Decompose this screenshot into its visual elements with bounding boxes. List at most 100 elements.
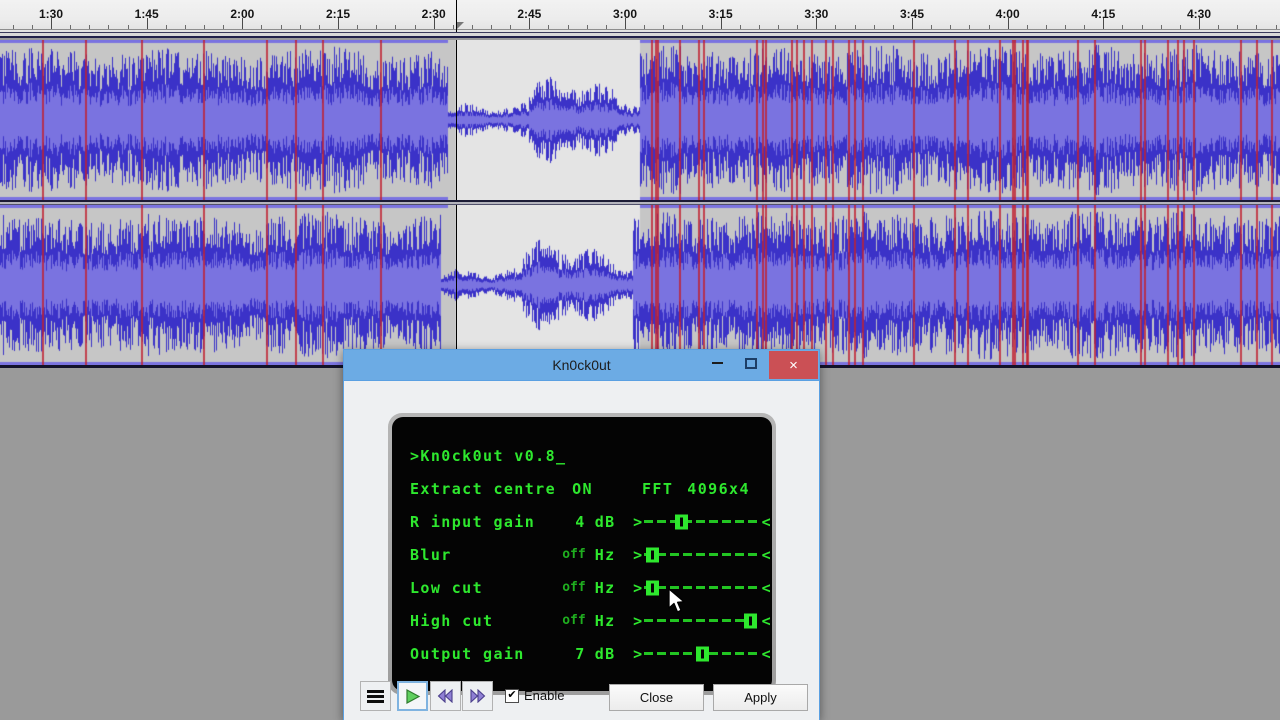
ruler-minor-tick: [280, 25, 282, 29]
ruler-minor-tick: [1256, 25, 1258, 29]
param-value[interactable]: off: [552, 613, 595, 628]
ruler-minor-tick: [223, 25, 225, 29]
param-value[interactable]: 7: [552, 645, 595, 663]
ruler-time-label: 1:45: [134, 7, 159, 21]
param-slider[interactable]: > <: [633, 513, 772, 531]
lcd-param-row[interactable]: Blur off Hz > <: [410, 538, 772, 571]
ruler-minor-tick: [318, 25, 320, 29]
slider-handle[interactable]: [696, 646, 710, 661]
maximize-button[interactable]: [736, 350, 766, 376]
slider-dash: [682, 619, 692, 622]
slider-track[interactable]: [643, 514, 762, 529]
slider-track[interactable]: [643, 646, 762, 661]
ruler-minor-tick: [165, 25, 167, 29]
lcd-mode-row[interactable]: Extract centre ON FFT 4096x4: [410, 472, 772, 505]
audio-track-right[interactable]: [0, 205, 1280, 365]
slider-dash: [682, 553, 692, 556]
lcd-display[interactable]: >Kn0ck0ut v0.8_ Extract centre ON FFT 40…: [392, 417, 772, 691]
waveform-left[interactable]: [0, 40, 1280, 200]
audio-track-left[interactable]: [0, 40, 1280, 200]
rewind-glyph: [437, 689, 453, 703]
lcd-bezel: >Kn0ck0ut v0.8_ Extract centre ON FFT 40…: [388, 413, 776, 695]
edit-cursor-right: [456, 205, 457, 365]
slider-track[interactable]: [643, 580, 762, 595]
close-button[interactable]: Close: [609, 684, 704, 711]
slider-track[interactable]: [643, 547, 762, 562]
slider-right-cap: <: [761, 611, 772, 630]
ruler-minor-tick: [682, 25, 684, 29]
hamburger-glyph: [367, 689, 384, 703]
slider-left-cap: >: [633, 611, 644, 630]
dialog-toolbar: ✔ Enable Close Apply: [344, 675, 819, 720]
param-slider[interactable]: > <: [633, 645, 772, 663]
slider-dash: [734, 553, 744, 556]
knockout-plugin-dialog[interactable]: Kn0ck0ut × >Kn0ck0ut v0.8_ Extract centr…: [343, 349, 820, 720]
timeline-ruler[interactable]: 1:30 1:45 2:00 2:15 2:30 2:45 3:00 3:15 3:30 3:45…: [0, 0, 1280, 33]
param-slider[interactable]: > <: [633, 612, 772, 630]
ruler-minor-tick: [548, 25, 550, 29]
lcd-param-row[interactable]: Low cut off Hz > <: [410, 571, 772, 604]
slider-dash: [643, 652, 653, 655]
minimize-icon: [711, 362, 723, 364]
slider-dash: [695, 586, 705, 589]
param-value[interactable]: off: [552, 547, 595, 562]
minimize-button[interactable]: [702, 350, 732, 376]
slider-dash: [721, 553, 731, 556]
ruler-minor-tick: [1237, 25, 1239, 29]
slider-dash: [695, 619, 705, 622]
ruler-time-label: 3:45: [899, 7, 925, 21]
ruler-time-label: 4:30: [1186, 7, 1212, 21]
edit-cursor-left: [456, 40, 457, 200]
ruler-time-label: 1:30: [38, 7, 64, 21]
slider-handle[interactable]: [675, 514, 689, 529]
slider-dash: [734, 586, 744, 589]
play-glyph: [405, 688, 420, 704]
fft-label: FFT: [642, 479, 674, 498]
ruler-minor-tick: [1160, 25, 1162, 29]
ruler-minor-tick: [70, 25, 72, 29]
ruler-minor-tick: [108, 25, 110, 29]
enable-checkbox[interactable]: ✔: [505, 688, 519, 703]
skip-backward-icon[interactable]: [430, 681, 461, 711]
playhead-marker[interactable]: [457, 22, 464, 29]
ruler-minor-tick: [567, 25, 569, 29]
ruler-time-label: 2:00: [230, 7, 255, 21]
skip-forward-icon[interactable]: [462, 681, 493, 711]
play-icon[interactable]: [397, 681, 428, 711]
param-slider[interactable]: > <: [633, 546, 772, 564]
slider-handle[interactable]: [645, 580, 659, 595]
ruler-minor-tick: [835, 25, 837, 29]
hamburger-menu-icon[interactable]: [360, 681, 391, 711]
apply-button[interactable]: Apply: [713, 684, 808, 711]
param-unit: Hz: [594, 578, 616, 597]
slider-dash: [695, 520, 705, 523]
lcd-param-row[interactable]: R input gain 4 dB > <: [410, 505, 772, 538]
param-value[interactable]: off: [552, 580, 595, 595]
waveform-right[interactable]: [0, 205, 1280, 365]
slider-left-cap: >: [633, 545, 644, 564]
ruler-minor-tick: [1122, 25, 1124, 29]
track-panel[interactable]: [0, 40, 1280, 370]
forward-glyph: [470, 689, 486, 703]
slider-left-cap: >: [633, 512, 644, 531]
close-window-button[interactable]: ×: [769, 351, 818, 379]
enable-checkbox-group[interactable]: ✔ Enable: [505, 688, 564, 703]
ruler-minor-tick: [1141, 25, 1143, 29]
slider-dash: [747, 553, 757, 556]
lcd-param-row[interactable]: High cut off Hz > <: [410, 604, 772, 637]
param-slider[interactable]: > <: [633, 579, 772, 597]
slider-dash: [747, 652, 757, 655]
ruler-minor-tick: [969, 25, 971, 29]
param-value[interactable]: 4: [552, 513, 595, 531]
dialog-titlebar[interactable]: Kn0ck0ut ×: [344, 350, 819, 381]
ruler-minor-tick: [452, 25, 454, 29]
extract-centre-value[interactable]: ON: [558, 480, 602, 498]
slider-track[interactable]: [643, 613, 762, 628]
fft-value[interactable]: 4096x4: [687, 480, 750, 498]
slider-dash: [669, 553, 679, 556]
slider-dash: [747, 520, 757, 523]
slider-handle[interactable]: [744, 613, 758, 628]
slider-handle[interactable]: [645, 547, 659, 562]
lcd-param-row[interactable]: Output gain 7 dB > <: [410, 637, 772, 670]
slider-dash: [734, 652, 744, 655]
